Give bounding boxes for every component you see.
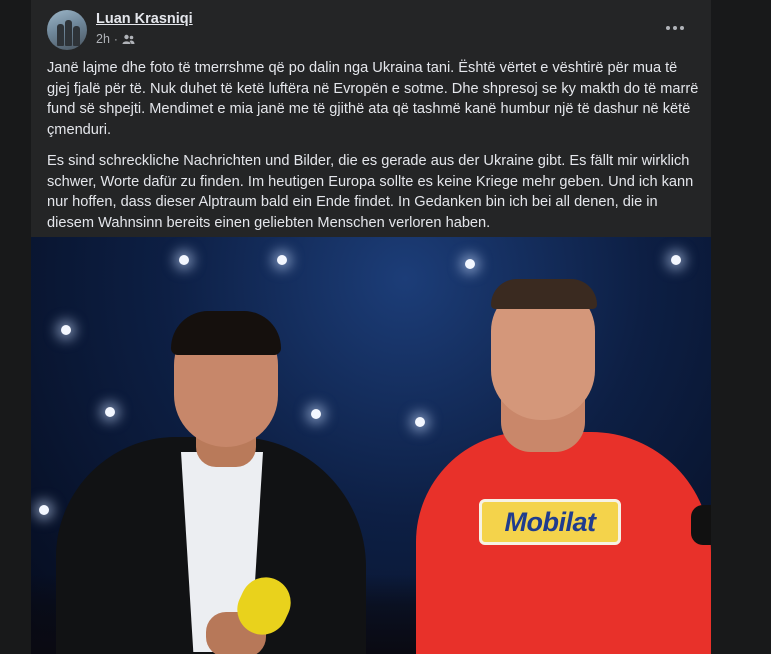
post-header: Luan Krasniqi 2h · — [47, 10, 697, 52]
more-horizontal-icon — [666, 26, 670, 30]
post-photo[interactable]: Mobilat — [31, 237, 711, 654]
more-horizontal-icon — [680, 26, 684, 30]
author-name-link[interactable]: Luan Krasniqi — [96, 11, 193, 27]
stage-light — [415, 417, 425, 427]
meta-separator: · — [113, 32, 118, 46]
stage-light — [179, 255, 189, 265]
stage-light — [61, 325, 71, 335]
person-left-hair — [171, 311, 281, 355]
shirt-sponsor-logo: Mobilat — [479, 499, 621, 545]
post-meta: 2h · — [96, 32, 135, 46]
sleeve-badge — [691, 505, 711, 545]
more-horizontal-icon — [673, 26, 677, 30]
author-avatar[interactable] — [47, 10, 87, 50]
friends-icon[interactable] — [122, 34, 135, 45]
stage-light — [311, 409, 321, 419]
post-card: Luan Krasniqi 2h · Janë lajme dhe foto t… — [31, 0, 711, 654]
avatar-figure — [65, 20, 72, 46]
stage-light — [465, 259, 475, 269]
post-timestamp[interactable]: 2h — [96, 32, 110, 46]
post-paragraph-albanian: Janë lajme dhe foto të tmerrshme që po d… — [47, 60, 699, 138]
person-right-hair — [491, 279, 597, 309]
post-body-text: Janë lajme dhe foto të tmerrshme që po d… — [47, 58, 701, 244]
post-paragraph-german: Es sind schreckliche Nachrichten und Bil… — [47, 153, 694, 231]
avatar-figure — [57, 24, 64, 46]
stage-light — [671, 255, 681, 265]
more-options-button[interactable] — [661, 16, 689, 40]
avatar-figure — [73, 26, 80, 46]
stage-light — [277, 255, 287, 265]
stage-light — [105, 407, 115, 417]
stage-light — [39, 505, 49, 515]
